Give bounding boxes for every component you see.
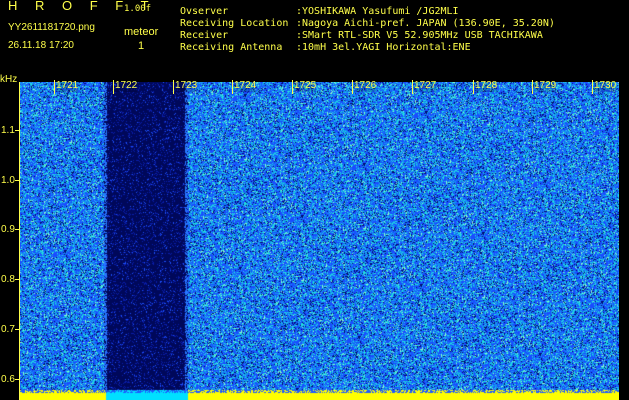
time-tick-mark [292, 80, 293, 94]
observer-value: :YOSHIKAWA Yasufumi /JG2MLI [296, 6, 459, 17]
time-tick-mark [54, 80, 55, 94]
time-tick-label: 1725 [294, 80, 317, 92]
time-axis: 1721 1722 1723 1724 1725 1726 1727 1728 … [20, 80, 619, 94]
freq-tick-label: 0.8 [1, 274, 15, 285]
freq-tick-label: 0.6 [1, 374, 15, 385]
version-label: 1.00f [124, 4, 152, 14]
antenna-key: Receiving Antenna [180, 42, 283, 53]
time-tick-mark [592, 80, 593, 94]
spectrogram-plot [20, 82, 619, 400]
time-tick-label: 1729 [534, 80, 557, 92]
time-tick-label: 1721 [56, 80, 79, 92]
freq-tick-mark [15, 329, 20, 330]
time-tick-mark [473, 80, 474, 94]
time-tick-label: 1730 [594, 80, 617, 92]
datetime-label: 26.11.18 17:20 [8, 40, 74, 51]
time-tick-label: 1727 [414, 80, 437, 92]
time-tick-label: 1723 [175, 80, 198, 92]
location-key: Receiving Location [180, 18, 289, 29]
meteor-count: 1 [138, 40, 145, 52]
observer-key: Ovserver [180, 6, 229, 17]
freq-tick-label: 0.7 [1, 324, 15, 335]
time-tick-mark [113, 80, 114, 94]
time-tick-mark [173, 80, 174, 94]
freq-tick-mark [15, 130, 20, 131]
receiver-key: Receiver [180, 30, 229, 41]
antenna-value: :10mH 3el.YAGI Horizontal:ENE [296, 42, 471, 53]
spectrogram-canvas [20, 82, 619, 400]
freq-tick-mark [15, 180, 20, 181]
freq-tick-label: 0.9 [1, 224, 15, 235]
freq-tick-mark [15, 379, 20, 380]
freq-tick-mark [15, 279, 20, 280]
freq-tick-label: 1.1 [1, 125, 15, 136]
time-tick-mark [532, 80, 533, 94]
freq-tick-label: 1.0 [1, 175, 15, 186]
time-tick-label: 1728 [475, 80, 498, 92]
time-tick-label: 1726 [354, 80, 377, 92]
time-tick-label: 1722 [115, 80, 138, 92]
time-tick-label: 1724 [234, 80, 257, 92]
time-tick-mark [412, 80, 413, 94]
time-tick-mark [352, 80, 353, 94]
meteor-label: meteor [124, 26, 159, 38]
time-tick-mark [232, 80, 233, 94]
location-value: :Nagoya Aichi-pref. JAPAN (136.90E, 35.2… [296, 18, 555, 29]
frequency-unit-label: kHz [0, 74, 18, 85]
freq-tick-mark [15, 229, 20, 230]
filename-label: YY2611181720.png [8, 22, 95, 33]
receiver-value: :SMart RTL-SDR V5 52.905MHz USB TACHIKAW… [296, 30, 543, 41]
